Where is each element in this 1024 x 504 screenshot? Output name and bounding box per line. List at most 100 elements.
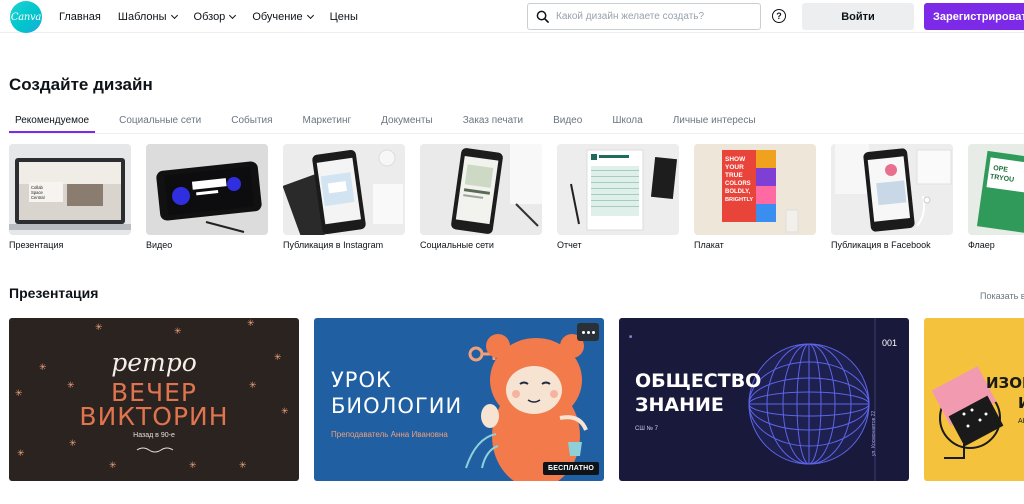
art-line-2: И — [1018, 394, 1024, 412]
poster-text: SHOW — [725, 156, 746, 163]
chevron-down-icon — [170, 11, 178, 19]
facebook-thumbnail — [831, 144, 953, 235]
design-type-flyer[interactable]: OPE TRYOU Флаер — [968, 144, 1024, 250]
retro-line-3: ВИКТОРИН — [79, 402, 229, 431]
canva-logo[interactable]: Canva — [10, 1, 42, 33]
design-label: Публикация в Instagram — [283, 240, 384, 250]
tab-marketing[interactable]: Маркетинг — [297, 109, 358, 133]
design-type-video[interactable]: Видео — [146, 144, 268, 250]
svg-text:✳: ✳ — [109, 461, 117, 471]
signup-button[interactable]: Зарегистрироваться — [924, 3, 1024, 30]
design-type-poster[interactable]: SHOW YOUR TRUE COLORS BOLDLY, BRIGHTLY П… — [694, 144, 816, 250]
top-header: Canva Главная Шаблоны Обзор Обучение Цен… — [0, 0, 1024, 33]
phone-social-illustration — [420, 144, 542, 235]
tab-personal[interactable]: Личные интересы — [667, 109, 762, 133]
flyer-thumbnail: OPE TRYOU — [968, 144, 1024, 235]
art-line-1: ИЗОБ — [986, 374, 1024, 392]
login-button[interactable]: Войти — [802, 3, 914, 30]
poster-text-2: YOUR — [725, 164, 744, 171]
report-illustration — [557, 144, 679, 235]
tab-events[interactable]: События — [225, 109, 278, 133]
nav-pricing[interactable]: Цены — [330, 11, 358, 23]
free-badge: БЕСПЛАТНО — [543, 462, 599, 475]
svg-text:✳: ✳ — [69, 439, 77, 449]
svg-text:✳: ✳ — [247, 319, 255, 329]
social-vertical-text: ул. Космонавтов 22 — [871, 410, 877, 456]
dot-icon — [591, 330, 595, 334]
poster-thumbnail: SHOW YOUR TRUE COLORS BOLDLY, BRIGHTLY — [694, 144, 816, 235]
tab-print[interactable]: Заказ печати — [457, 109, 529, 133]
search-input[interactable] — [556, 11, 756, 22]
nav-pricing-label: Цены — [329, 10, 358, 23]
svg-text:✳: ✳ — [239, 461, 247, 471]
nav-templates-label: Шаблоны — [117, 10, 167, 23]
decor-mark: ■ — [629, 334, 632, 340]
social-number: 001 — [882, 338, 898, 348]
dot-icon — [586, 330, 590, 334]
create-design-title: Создайте дизайн — [9, 75, 153, 94]
help-label: ? — [776, 11, 782, 21]
poster-illustration: SHOW YOUR TRUE COLORS BOLDLY, BRIGHTLY — [694, 144, 816, 235]
design-label: Отчет — [557, 240, 582, 250]
design-type-facebook[interactable]: Публикация в Facebook — [831, 144, 953, 250]
biology-line-1: УРОК — [331, 368, 392, 392]
design-type-instagram[interactable]: Публикация в Instagram — [283, 144, 405, 250]
tab-recommended[interactable]: Рекомендуемое — [9, 109, 96, 133]
nav-explore-label: Обзор — [193, 10, 226, 23]
social-line-2: ЗНАНИЕ — [635, 394, 724, 416]
template-card-art[interactable]: ИЗОБ И АК — [924, 318, 1024, 481]
phone-video-illustration — [146, 144, 268, 235]
biology-subtitle: Преподаватель Анна Ивановна — [331, 430, 448, 439]
more-options-button[interactable] — [577, 323, 599, 341]
design-label: Флаер — [968, 240, 995, 250]
dot-icon — [581, 330, 585, 334]
design-label: Плакат — [694, 240, 724, 250]
design-type-presentation[interactable]: Collab Space Central Презентация — [9, 144, 131, 250]
design-types-row: Collab Space Central Презентация Видео П… — [9, 144, 1024, 250]
art-subtitle: АК — [1018, 418, 1024, 425]
presentation-templates-row: ✳ ✳ ✳ ✳ ✳ ✳ ✳ ✳ ✳ ✳ ✳ ✳ ✳ ✳ ретро ВЕЧЕР ВИКТОРИН … — [9, 318, 1024, 481]
template-card-social-science[interactable]: ■ ОБЩЕСТВО ЗНАНИЕ СШ № 7 001 ул. Космона… — [619, 318, 909, 481]
thumb-text-3: Central — [31, 195, 45, 200]
help-icon[interactable]: ? — [772, 9, 786, 23]
design-type-social[interactable]: Социальные сети — [420, 144, 542, 250]
tab-school[interactable]: Школа — [606, 109, 648, 133]
art-illustration — [931, 366, 1004, 459]
nav-templates[interactable]: Шаблоны — [117, 10, 178, 23]
instagram-thumbnail — [283, 144, 405, 235]
design-type-report[interactable]: Отчет — [557, 144, 679, 250]
social-line-1: ОБЩЕСТВО — [635, 370, 762, 392]
svg-text:✳: ✳ — [174, 327, 182, 337]
template-card-retro[interactable]: ✳ ✳ ✳ ✳ ✳ ✳ ✳ ✳ ✳ ✳ ✳ ✳ ✳ ✳ ретро ВЕЧЕР ВИКТОРИН … — [9, 318, 299, 481]
phone-facebook-illustration — [831, 144, 953, 235]
poster-text-3: TRUE — [725, 172, 743, 179]
design-label: Социальные сети — [420, 240, 494, 250]
design-label: Презентация — [9, 240, 64, 250]
tab-documents[interactable]: Документы — [375, 109, 439, 133]
template-card-biology[interactable]: УРОК БИОЛОГИИ Преподаватель Анна Ивановн… — [314, 318, 604, 481]
svg-text:✳: ✳ — [17, 449, 25, 459]
video-thumbnail — [146, 144, 268, 235]
retro-subtitle: Назад в 90-е — [133, 432, 175, 439]
biology-line-2: БИОЛОГИИ — [331, 394, 463, 418]
nav-explore[interactable]: Обзор — [193, 10, 237, 23]
poster-text-4: COLORS — [725, 181, 751, 187]
chevron-down-icon — [229, 11, 237, 19]
chevron-down-icon — [306, 11, 314, 19]
social-subtitle: СШ № 7 — [635, 426, 658, 432]
tabs-divider — [9, 133, 1024, 134]
tab-video[interactable]: Видео — [547, 109, 588, 133]
report-thumbnail — [557, 144, 679, 235]
tab-social[interactable]: Социальные сети — [113, 109, 207, 133]
show-all-link[interactable]: Показать все — [980, 291, 1024, 301]
social-thumbnail — [420, 144, 542, 235]
main-nav: Главная Шаблоны Обзор Обучение Цены — [59, 0, 375, 33]
nav-learn[interactable]: Обучение — [252, 11, 314, 23]
design-label: Публикация в Facebook — [831, 240, 931, 250]
logo-text: Canva — [10, 11, 42, 23]
design-label: Видео — [146, 240, 173, 250]
poster-text-6: BRIGHTLY — [725, 197, 753, 203]
nav-home[interactable]: Главная — [59, 11, 101, 23]
category-tabs: Рекомендуемое Социальные сети События Ма… — [9, 109, 1024, 133]
search-box[interactable] — [527, 3, 761, 30]
